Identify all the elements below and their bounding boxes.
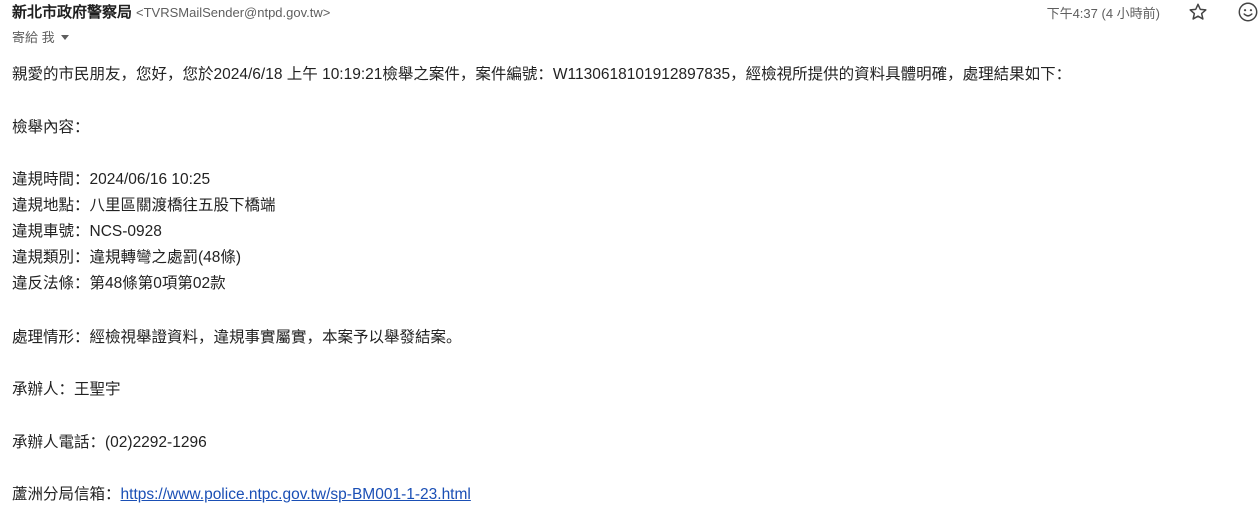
law-article: 違反法條：第48條第0項第02款 xyxy=(12,275,226,292)
emoji-reaction-button[interactable] xyxy=(1236,0,1260,24)
recipient-label: 寄給 我 xyxy=(12,30,55,45)
officer-phone: 承辦人電話：(02)2292-1296 xyxy=(12,434,207,451)
report-heading: 檢舉內容： xyxy=(12,119,90,136)
mailbox-line: 蘆洲分局信箱：https://www.police.ntpc.gov.tw/sp… xyxy=(12,482,471,508)
violation-time: 違規時間：2024/06/16 10:25 xyxy=(12,171,211,188)
star-button[interactable] xyxy=(1186,0,1210,24)
recipient-dropdown[interactable]: 寄給 我 xyxy=(12,27,69,46)
violation-type: 違規類別：違規轉彎之處罰(48條) xyxy=(12,249,242,266)
emoji-icon xyxy=(1238,2,1258,22)
handling-status: 處理情形：經檢視舉證資料，違規事實屬實，本案予以舉發結案。 xyxy=(12,329,462,346)
sender-line: 新北市政府警察局 <TVRSMailSender@ntpd.gov.tw> xyxy=(12,1,330,23)
caret-down-icon xyxy=(60,35,69,40)
email-header: 新北市政府警察局 <TVRSMailSender@ntpd.gov.tw> 下午4… xyxy=(12,0,1260,48)
sender-email[interactable]: <TVRSMailSender@ntpd.gov.tw> xyxy=(136,5,330,20)
timestamp: 下午4:37 (4 小時前) xyxy=(1046,5,1160,21)
vehicle-plate: 違規車號：NCS-0928 xyxy=(12,223,162,240)
header-actions: 下午4:37 (4 小時前) xyxy=(1047,0,1260,24)
greeting-text: 親愛的市民朋友，您好，您於2024/6/18 上午 10:19:21檢舉之案件，… xyxy=(12,66,1072,83)
sender-name[interactable]: 新北市政府警察局 xyxy=(12,4,132,21)
officer-name: 承辦人：王聖宇 xyxy=(12,381,121,398)
violation-location: 違規地點：八里區關渡橋往五股下橋端 xyxy=(12,197,276,214)
mailbox-link[interactable]: https://www.police.ntpc.gov.tw/sp-BM001-… xyxy=(121,486,471,503)
mailbox-label: 蘆洲分局信箱： xyxy=(12,486,121,503)
star-icon xyxy=(1189,3,1207,20)
